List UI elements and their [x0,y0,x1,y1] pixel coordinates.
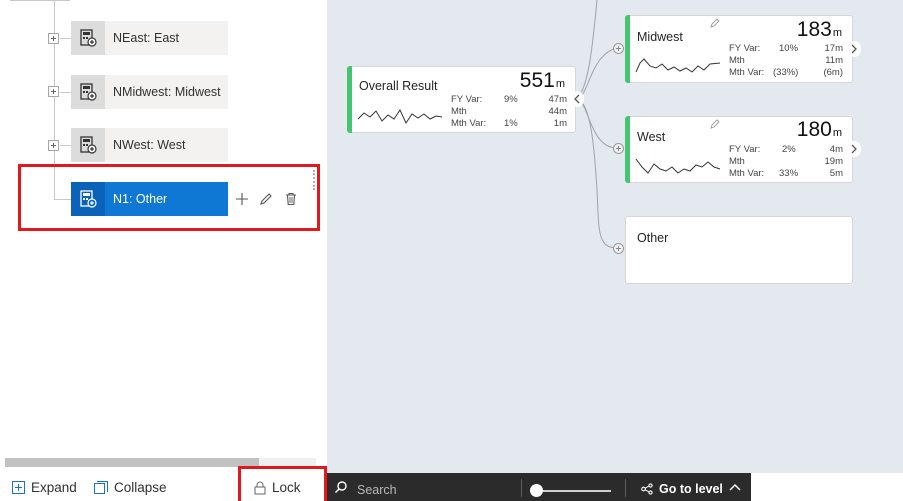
chevron-right-icon [851,144,857,154]
scrollbar-thumb[interactable] [5,458,259,467]
card-total: 551m [519,69,565,92]
decomposition-canvas[interactable]: Overall Result 551m FY Var: 9% 47m Mth 44m … [327,0,903,473]
metric-row: Mth 19m [729,156,843,167]
expand-label: Expand [31,480,77,495]
highlight-lock-button [238,466,327,501]
expand-other-circle-button[interactable] [613,243,624,254]
hierarchy-icon [641,483,653,495]
card-total: 180m [796,118,842,141]
tree-node-label: NMidwest: Midwest [113,85,221,99]
tree-node-label: NEast: East [113,31,179,45]
tree-node-midwest[interactable]: NMidwest: Midwest [71,75,228,109]
expand-west-button[interactable] [847,141,861,157]
chevron-left-icon [574,94,580,104]
collapse-icon [94,481,108,494]
expand-icon [12,481,25,494]
tree-node-west[interactable]: NWest: West [71,128,228,162]
tree-line [10,0,70,1]
sparkline [635,58,721,73]
metric-row: FY Var: 10% 17m [729,43,843,54]
canvas-toolbar: Search Go to level [327,473,751,501]
go-to-level-label: Go to level [659,482,723,496]
expand-node-west-button[interactable] [48,140,59,151]
metric-row: Mth 11m [729,55,843,66]
chevron-up-icon[interactable] [729,482,741,492]
edit-pencil-icon[interactable] [710,119,720,129]
zoom-slider[interactable] [535,490,611,492]
edit-pencil-icon[interactable] [710,18,720,28]
toolbar-divider [521,479,522,497]
node-calculator-icon [71,75,105,109]
highlight-selected-node [18,164,320,231]
tree-node-east[interactable]: NEast: East [71,21,228,55]
metric-row: FY Var: 9% 47m [451,94,567,105]
card-accent [347,66,352,133]
collapse-overall-button[interactable] [570,91,584,107]
card-overall-result[interactable]: Overall Result 551m FY Var: 9% 47m Mth 44m … [347,66,576,133]
sparkline [357,108,443,125]
tree-line [60,145,71,146]
expand-midwest-circle-button[interactable] [613,43,624,54]
zoom-slider-thumb[interactable] [530,484,543,497]
card-total: 183m [796,18,842,41]
tree-panel: NEast: East NMidwest: Midwest NWest: Wes… [0,0,327,501]
tree-line [60,38,71,39]
card-title: West [637,130,666,144]
expand-west-circle-button[interactable] [613,143,624,154]
expand-button[interactable]: Expand [12,480,77,495]
metric-row: Mth Var: (33%) (6m) [729,67,843,78]
collapse-button[interactable]: Collapse [94,480,167,495]
node-calculator-icon [71,21,105,55]
chevron-right-icon [851,44,857,54]
metric-row: FY Var: 2% 4m [729,144,843,155]
node-calculator-icon [71,128,105,162]
go-to-level-button[interactable]: Go to level [641,482,723,496]
tree-line [60,92,71,93]
collapse-label: Collapse [114,480,167,495]
card-other[interactable]: Other [625,216,853,284]
metric-row: Mth Var: 33% 5m [729,168,843,179]
card-title: Midwest [637,30,683,44]
metric-row: Mth Var: 1% 1m [451,118,567,129]
card-accent [625,15,630,83]
sparkline [635,158,721,174]
search-icon [334,481,347,494]
tree-node-label: NWest: West [113,138,186,152]
expand-node-east-button[interactable] [48,33,59,44]
metric-row: Mth 44m [451,106,567,117]
card-midwest[interactable]: Midwest 183m FY Var: 10% 17m Mth 11m Mth Va… [625,15,853,83]
card-accent [625,116,630,183]
card-title: Other [637,231,669,245]
toolbar-divider [625,479,626,497]
search-input[interactable]: Search [357,483,397,497]
expand-node-midwest-button[interactable] [48,86,59,97]
expand-midwest-button[interactable] [847,41,861,57]
card-west[interactable]: West 180m FY Var: 2% 4m Mth 19m Mth Var: 33%… [625,116,853,183]
card-title: Overall Result [359,79,438,93]
